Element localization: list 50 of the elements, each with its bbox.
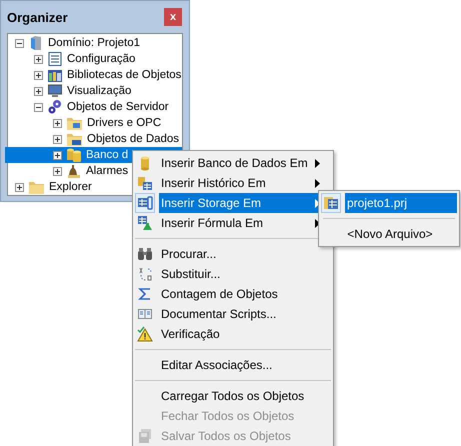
expand-icon[interactable] xyxy=(34,70,43,80)
menu-item[interactable]: Procurar... xyxy=(135,244,331,264)
library-icon xyxy=(47,67,63,83)
table-flask-icon xyxy=(137,215,153,231)
expand-icon[interactable] xyxy=(53,118,62,128)
menu-item[interactable]: Verificação xyxy=(135,324,331,344)
gears-icon xyxy=(47,99,63,115)
close-button[interactable]: x xyxy=(164,8,182,26)
folder-icon xyxy=(66,115,83,131)
bell-icon xyxy=(66,163,82,179)
tree-item[interactable]: Objetos de Servidor xyxy=(5,99,182,115)
submenu-arrow-icon xyxy=(315,158,321,168)
server-icon xyxy=(28,35,44,51)
replace-icon xyxy=(137,266,153,282)
menu-item[interactable]: <Novo Arquivo> xyxy=(321,224,457,244)
folder-icon xyxy=(28,179,45,195)
expand-icon[interactable] xyxy=(34,86,43,96)
book-icon xyxy=(137,306,153,322)
list-icon xyxy=(47,51,63,67)
menu-item[interactable]: Contagem de Objetos xyxy=(135,284,331,304)
project-file-icon xyxy=(323,195,339,211)
expand-icon[interactable] xyxy=(53,134,62,144)
menu-item[interactable]: Documentar Scripts... xyxy=(135,304,331,324)
database-table-icon xyxy=(137,175,153,191)
expand-icon[interactable] xyxy=(53,166,62,176)
menu-item[interactable]: Inserir Histórico Em xyxy=(135,173,331,193)
tree-item[interactable]: Objetos de Dados xyxy=(5,131,182,147)
submenu-arrow-icon xyxy=(315,178,321,188)
tree-item[interactable]: Domínio: Projeto1 xyxy=(5,35,182,51)
expand-icon[interactable] xyxy=(15,182,24,192)
tree-item[interactable]: Configuração xyxy=(5,51,182,67)
folder-icon xyxy=(66,131,83,147)
binoculars-icon xyxy=(137,246,153,262)
collapse-icon[interactable] xyxy=(15,38,24,48)
tree-item[interactable]: Visualização xyxy=(5,83,182,99)
panel-title: Organizer xyxy=(7,10,68,24)
warning-check-icon xyxy=(137,326,153,342)
disks-icon xyxy=(137,428,153,444)
menu-item[interactable]: Substituir... xyxy=(135,264,331,284)
sigma-icon xyxy=(137,286,153,302)
tree-item[interactable]: Drivers e OPC xyxy=(5,115,182,131)
database-icon xyxy=(66,147,82,163)
monitor-icon xyxy=(47,83,63,99)
tree-item[interactable]: Bibliotecas de Objetos xyxy=(5,67,182,83)
expand-icon[interactable] xyxy=(53,150,62,160)
collapse-icon[interactable] xyxy=(34,102,43,112)
menu-item[interactable]: Editar Associações... xyxy=(135,355,331,375)
expand-icon[interactable] xyxy=(34,54,43,64)
table-monitor-icon xyxy=(137,195,153,211)
menu-item[interactable]: Carregar Todos os Objetos xyxy=(135,386,331,406)
